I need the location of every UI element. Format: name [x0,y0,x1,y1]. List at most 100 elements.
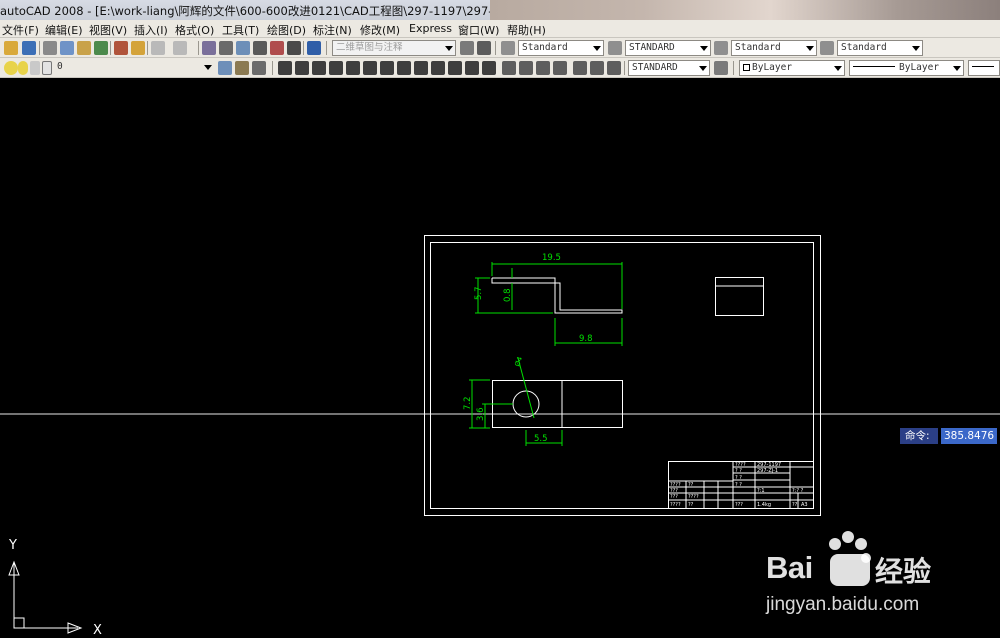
dimension-style-icon[interactable] [608,41,622,55]
menu-file[interactable]: 文件(F) [2,22,39,38]
redo-icon[interactable] [173,41,187,55]
save-icon[interactable] [22,41,36,55]
new-file-icon[interactable] [4,41,18,55]
chevron-down-icon [593,46,601,51]
tb-r5b: ?? [688,482,694,488]
inspection-icon[interactable] [536,61,550,75]
menu-window[interactable]: 窗口(W) [458,22,499,38]
chevron-down-icon [700,46,708,51]
toolbar-separator [198,41,199,55]
menu-format[interactable]: 格式(O) [175,22,214,38]
zoom-window-icon[interactable] [236,41,250,55]
menu-tools[interactable]: 工具(T) [222,22,259,38]
text-style-value: Standard [522,42,568,53]
arc-length-icon[interactable] [312,61,326,75]
layer-color-icon[interactable] [42,61,52,75]
3d-dwf-icon[interactable] [94,41,108,55]
zoom-realtime-icon[interactable] [219,41,233,55]
dimension-style-dropdown[interactable]: STANDARD [625,40,711,56]
continue-icon[interactable] [448,61,462,75]
tb-r8e: ?? [792,502,798,508]
center-mark-icon[interactable] [519,61,533,75]
match-properties-icon[interactable] [114,41,128,55]
sun-icon[interactable] [18,61,28,75]
print-icon[interactable] [43,41,57,55]
menu-insert[interactable]: 插入(I) [134,22,168,38]
undo-icon[interactable] [151,41,165,55]
tb-r2b: 297-ZJ-1 [757,468,778,474]
tolerance-icon[interactable] [502,61,516,75]
toolbar-separator [110,41,111,55]
pan-icon[interactable] [202,41,216,55]
publish-icon[interactable] [77,41,91,55]
quick-dimension-icon[interactable] [414,61,428,75]
drawing-canvas[interactable]: 19.5 5.7 0.8 9.8 7.2 3.6 5.5 Ø4 ???? 297… [0,78,1000,638]
hole-circle [512,390,540,418]
tb-r6d: ?:? ? [792,488,804,494]
menu-help[interactable]: 帮助(H) [507,22,546,38]
dimension-space-icon[interactable] [465,61,479,75]
jogged-icon[interactable] [363,61,377,75]
chevron-down-icon [912,46,920,51]
dimension-style-manager-icon[interactable] [714,61,728,75]
linetype-dropdown[interactable]: ByLayer [849,60,964,76]
diameter-icon[interactable] [380,61,394,75]
table-style-icon[interactable] [714,41,728,55]
aligned-dimension-icon[interactable] [295,61,309,75]
jogged-linear-icon[interactable] [553,61,567,75]
linear-dimension-icon[interactable] [278,61,292,75]
text-style-icon[interactable] [501,41,515,55]
text-style-dropdown[interactable]: Standard [518,40,604,56]
tb-r2: ? ? [735,468,742,474]
title-block-texts: ???? 297-1197 ? ? 297-ZJ-1 ? ? ? ? ???? … [670,462,808,508]
dimension-break-icon[interactable] [482,61,496,75]
color-dropdown[interactable]: ByLayer [739,60,845,76]
make-object-layer-current-icon[interactable] [235,61,249,75]
block-editor-icon[interactable] [131,41,145,55]
menu-edit[interactable]: 编辑(E) [45,22,83,38]
command-input[interactable]: 385.8476 [941,428,997,444]
toolbar-separator [624,61,625,75]
dim-5-7: 5.7 [474,286,484,300]
dynamic-input[interactable]: 命令: 385.8476 [900,428,997,444]
multileader-style-icon[interactable] [820,41,834,55]
properties-icon[interactable] [270,41,284,55]
baseline-icon[interactable] [431,61,445,75]
radius-icon[interactable] [346,61,360,75]
zoom-previous-icon[interactable] [253,41,267,55]
plot-preview-icon[interactable] [60,41,74,55]
lightbulb-icon[interactable] [4,61,18,75]
workspace-settings-icon[interactable] [460,41,474,55]
menu-express[interactable]: Express [409,22,452,35]
tb-r8f: A3 [801,502,808,508]
side-view-rect [715,277,764,316]
toolbar-separator [495,41,496,55]
tb-r7b: ???? [688,494,699,500]
design-center-icon[interactable] [287,41,301,55]
angular-icon[interactable] [397,61,411,75]
layer-dropdown[interactable]: 0 [54,60,214,76]
toolbar-separator [733,61,734,75]
dimension-edit-icon[interactable] [573,61,587,75]
layer-manager-icon[interactable] [218,61,232,75]
watermark-brand-cn: 经验 [875,555,932,588]
toolbar-separator [303,41,304,55]
save-workspace-icon[interactable] [477,41,491,55]
multileader-style-dropdown[interactable]: Standard [837,40,923,56]
dimension-update-icon[interactable] [607,61,621,75]
ordinate-icon[interactable] [329,61,343,75]
dimension-style-dropdown-2[interactable]: STANDARD [628,60,710,76]
dimension-text-edit-icon[interactable] [590,61,604,75]
menu-draw[interactable]: 绘图(D) [267,22,306,38]
lineweight-dropdown[interactable] [968,60,1000,76]
tb-r4: ? ? [735,482,742,488]
lock-icon[interactable] [30,61,40,75]
menu-dimension[interactable]: 标注(N) [313,22,352,38]
help-icon[interactable] [307,41,321,55]
menu-modify[interactable]: 修改(M) [360,22,400,38]
menu-view[interactable]: 视图(V) [89,22,127,38]
workspace-dropdown[interactable]: 二维草图与注释 [332,40,456,56]
linetype-value: ByLayer [899,62,940,73]
table-style-dropdown[interactable]: Standard [731,40,817,56]
layer-previous-icon[interactable] [252,61,266,75]
